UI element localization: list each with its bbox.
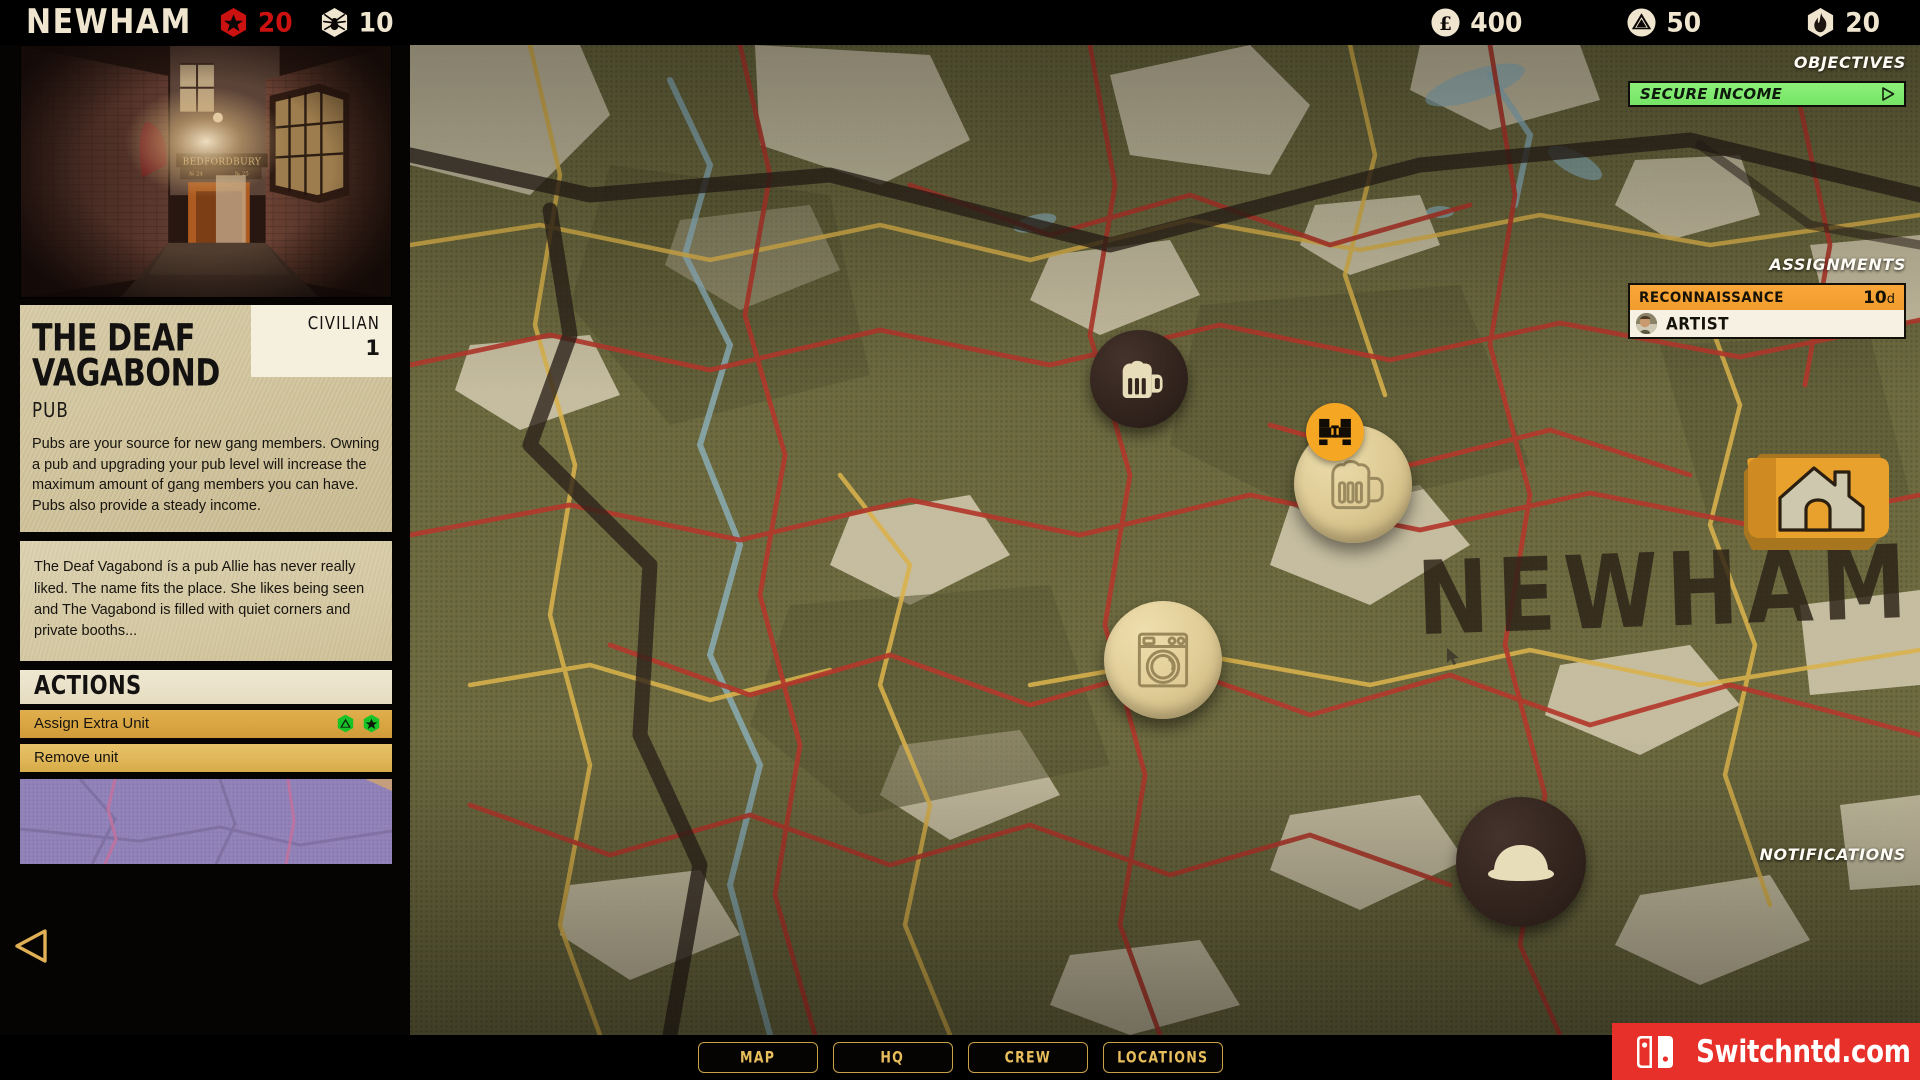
svg-text:£: £ [1439,14,1452,35]
location-description: Pubs are your source for new gang member… [32,436,380,514]
objective-secure-income[interactable]: SECURE INCOME [1628,81,1906,107]
influence-value: 50 [1666,6,1702,39]
objective-title: SECURE INCOME [1640,85,1783,103]
site-watermark: Switchntd.com [1612,1023,1920,1080]
objectives-label: OBJECTIVES [1793,53,1906,72]
city-title: NEWHAM [26,2,192,43]
watermark-text: Switchntd.com [1696,1033,1911,1070]
spider-hex-icon [321,7,347,38]
location-detail-panel: BEDFORDBURY № 24 № 25 CIVILIAN 1 THE DEA… [20,45,392,1035]
resource-tray: £ 400 50 20 [1404,0,1880,45]
assignment-header: RECONNAISSANCE 10d [1630,285,1904,310]
action-assign-extra-unit[interactable]: Assign Extra Unit [20,709,392,738]
action-label: Assign Extra Unit [34,715,150,733]
pound-coin-icon: £ [1431,8,1460,37]
actions-header-label: ACTIONS [34,671,142,702]
nav-label: CREW [1004,1048,1051,1067]
game-screen: NEWHAM 20 10 £ 400 50 20 NEWHAM OBJECTIV… [0,0,1920,1080]
minimap-preview[interactable] [20,778,392,864]
heat-value: 20 [1845,6,1880,39]
map-token-laundromat[interactable] [1104,601,1222,719]
mouse-cursor-icon [1447,648,1459,665]
star-hex-icon [363,714,380,733]
assignment-unit-name: ARTIST [1666,313,1729,334]
assignment-badge[interactable] [1306,403,1364,461]
location-type: PUB [32,398,69,423]
washing-machine-icon [1137,632,1189,688]
assignment-duration: 10d [1863,288,1895,308]
resource-influence: 50 [1626,7,1701,38]
top-status-bar: NEWHAM 20 10 £ 400 50 20 [0,0,1920,45]
page-title: THE DEAF VAGABOND [32,316,220,395]
nav-button-hq[interactable]: HQ [832,1042,953,1073]
triangle-hex-icon [337,714,354,733]
resource-money: £ 400 [1430,7,1522,38]
assignment-days-value: 10 [1863,287,1887,308]
assignment-days-unit: d [1886,291,1895,307]
nav-button-map[interactable]: MAP [697,1042,818,1073]
map-token-hq[interactable] [1732,438,1894,563]
assignment-card[interactable]: RECONNAISSANCE 10d ARTIST [1628,283,1906,339]
resource-reputation: 20 [218,7,293,38]
location-info-card: CIVILIAN 1 THE DEAF VAGABOND PUB Pubs ar… [20,305,392,532]
assignment-type: RECONNAISSANCE [1639,289,1784,306]
location-tag-value: 1 [365,336,380,360]
location-tag: CIVILIAN 1 [251,305,392,377]
nintendo-switch-logo [1637,1035,1673,1068]
city-map[interactable]: NEWHAM OBJECTIVES ASSIGNMENTS NOTIFICATI… [410,45,1920,1035]
beer-mug-icon [1122,360,1163,399]
money-value: 400 [1470,6,1523,39]
location-photo: BEDFORDBURY № 24 № 25 [20,45,392,298]
minimap-canvas [20,778,392,864]
triangle-circle-icon [1627,8,1656,37]
map-token-pub-selected[interactable] [1294,403,1412,543]
play-triangle-icon[interactable] [1880,86,1896,102]
nav-label: LOCATIONS [1116,1048,1209,1067]
map-canvas [410,45,1920,1035]
binoculars-icon [1319,418,1351,446]
action-label: Remove unit [34,749,119,767]
hat-icon [1488,845,1554,881]
assignments-label: ASSIGNMENTS [1769,255,1906,274]
bedfordbury-alley-photo: BEDFORDBURY № 24 № 25 [21,46,391,297]
action-remove-unit[interactable]: Remove unit [20,743,392,772]
location-flavor-text: The Deaf Vagabond ís a pub Allie has nev… [34,559,365,640]
nav-label: HQ [880,1048,905,1067]
resource-heat: 20 [1805,7,1880,38]
nav-label: MAP [739,1048,776,1067]
assignment-unit-row[interactable]: ARTIST [1630,310,1904,337]
reputation-value: 20 [257,6,293,39]
location-tag-label: CIVILIAN [307,313,380,334]
resource-crew: 10 [319,6,394,39]
notifications-label: NOTIFICATIONS [1759,845,1906,864]
action-cost-icons [336,714,381,733]
star-hex-icon [220,7,246,38]
location-flavor-card: The Deaf Vagabond ís a pub Allie has nev… [20,541,392,660]
map-token-pub-dark[interactable] [1090,330,1188,428]
flame-hex-icon [1808,7,1834,38]
actions-header: ACTIONS [20,669,392,704]
artist-portrait [1636,313,1657,334]
crew-value: 10 [358,6,394,39]
nav-button-crew[interactable]: CREW [967,1042,1088,1073]
nav-button-locations[interactable]: LOCATIONS [1102,1042,1223,1073]
house-icon [1744,454,1889,550]
map-token-partial[interactable] [1456,797,1586,927]
avatar [1636,313,1657,334]
